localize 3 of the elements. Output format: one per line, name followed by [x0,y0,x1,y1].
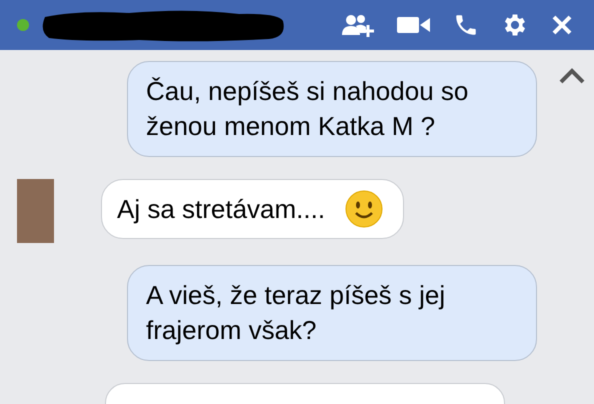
sent-message: Čau, nepíšeš si nahodou so ženou menom Katka M ? [127,61,537,157]
message-text: Aj sa stretávam.... [117,192,326,226]
sent-message: A vieš, že teraz píšeš s jej frajerom však? [127,265,537,361]
